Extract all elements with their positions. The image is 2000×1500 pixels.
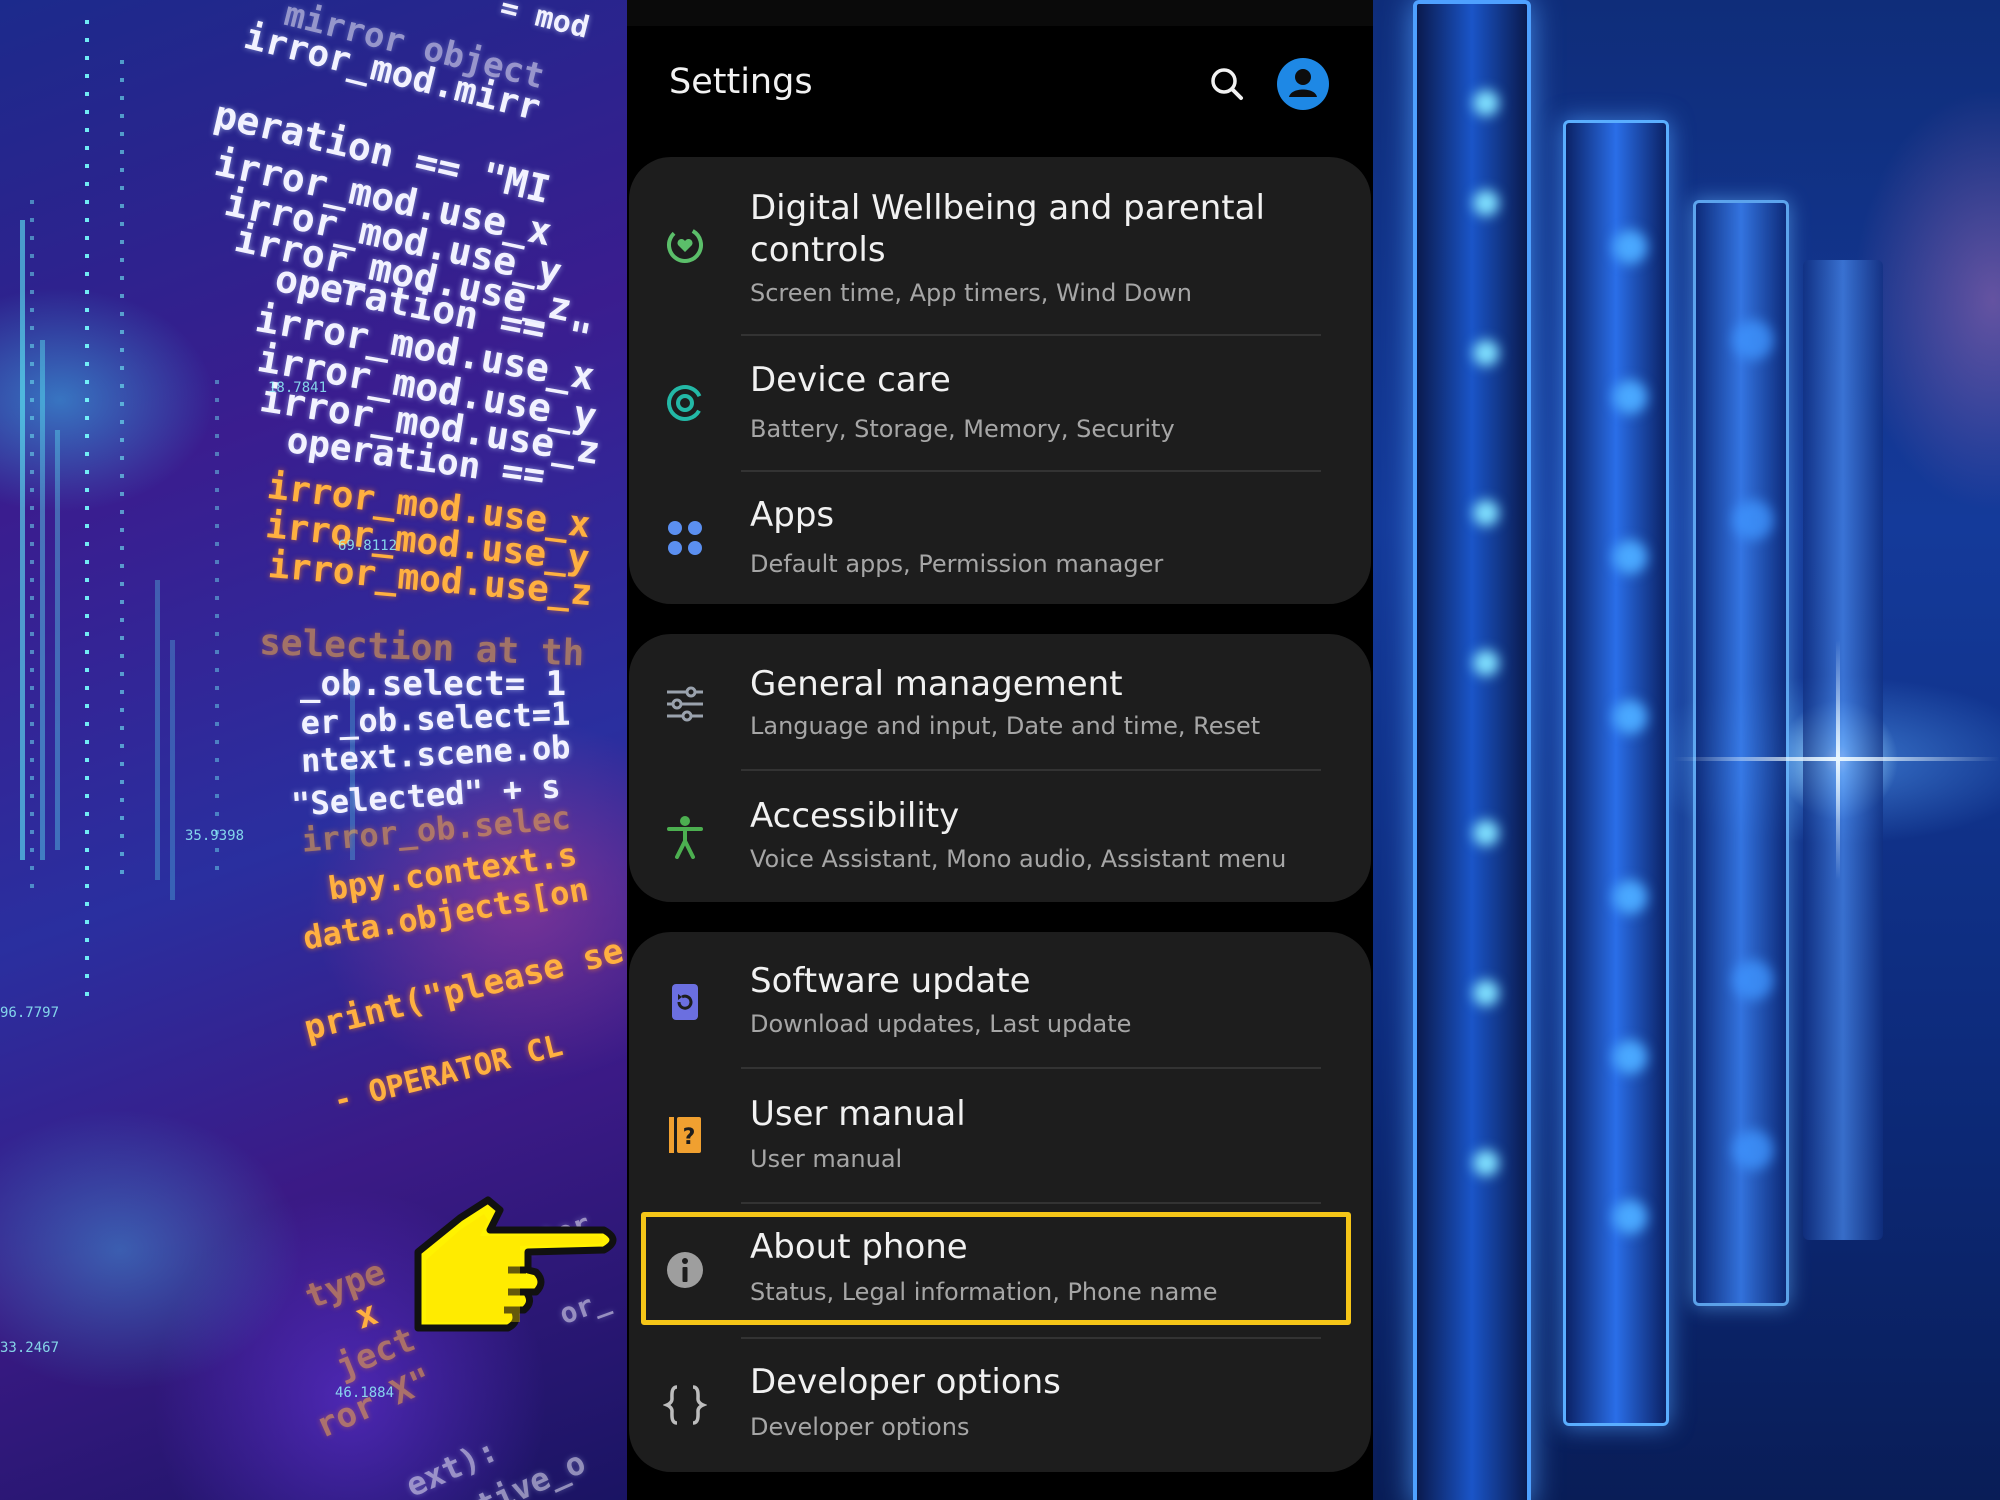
menu-item-title: Accessibility: [750, 796, 960, 836]
menu-item-user-manual[interactable]: ? User manual User manual: [629, 1069, 1371, 1202]
menu-item-apps[interactable]: Apps Default apps, Permission manager: [629, 472, 1371, 604]
led-light: [1733, 320, 1773, 360]
menu-item-title: User manual: [750, 1094, 966, 1134]
pointing-hand-icon: [408, 1190, 626, 1350]
number-label: 35.9398: [185, 828, 245, 844]
menu-item-digital-wellbeing[interactable]: Digital Wellbeing and parental controls …: [629, 157, 1371, 333]
menu-item-title: Apps: [750, 495, 835, 535]
dot-column: [215, 380, 219, 880]
background-server-image: [1373, 0, 2000, 1500]
user-manual-icon: ?: [663, 1113, 707, 1157]
dot-column: [120, 60, 124, 880]
server-rack: [1413, 0, 1531, 1500]
number-label: 69.8112: [338, 538, 398, 554]
software-update-icon: [663, 980, 707, 1024]
led-light: [1473, 1150, 1499, 1176]
number-label: 96.7797: [0, 1005, 60, 1021]
menu-item-device-care[interactable]: Device care Battery, Storage, Memory, Se…: [629, 336, 1371, 470]
led-light: [1613, 540, 1647, 574]
number-label: 18.7841: [268, 380, 328, 396]
digital-wellbeing-icon: [663, 223, 707, 267]
page-title: Settings: [669, 62, 813, 102]
menu-item-subtitle: Battery, Storage, Memory, Security: [750, 415, 1175, 443]
led-light: [1733, 960, 1773, 1000]
menu-item-general-management[interactable]: General management Language and input, D…: [629, 634, 1371, 769]
menu-item-subtitle: Language and input, Date and time, Reset: [750, 712, 1261, 740]
led-light: [1473, 980, 1499, 1006]
account-icon[interactable]: [1277, 58, 1329, 110]
accessibility-icon: [663, 815, 707, 859]
led-light: [1613, 380, 1647, 414]
led-light: [1613, 230, 1647, 264]
server-rack: [1803, 260, 1883, 1240]
menu-item-subtitle: User manual: [750, 1145, 903, 1173]
led-light: [1473, 500, 1499, 526]
data-bar: [170, 640, 175, 900]
apps-icon: [663, 516, 707, 560]
led-light: [1613, 880, 1647, 914]
code-line: type: [300, 1251, 391, 1318]
led-light: [1613, 700, 1647, 734]
menu-item-subtitle: Download updates, Last update: [750, 1010, 1132, 1038]
light-flare: [1836, 640, 1840, 880]
led-light: [1473, 340, 1499, 366]
data-bar: [20, 220, 25, 860]
menu-item-subtitle: Default apps, Permission manager: [750, 550, 1164, 578]
server-rack: [1563, 120, 1669, 1426]
data-bar: [55, 430, 60, 850]
data-bar: [155, 580, 160, 880]
number-label: 33.2467: [0, 1340, 60, 1356]
menu-item-developer-options[interactable]: Developer options Developer options: [629, 1339, 1371, 1472]
menu-item-subtitle: Voice Assistant, Mono audio, Assistant m…: [750, 845, 1287, 873]
menu-item-software-update[interactable]: Software update Download updates, Last u…: [629, 932, 1371, 1067]
led-light: [1473, 650, 1499, 676]
led-light: [1613, 1200, 1647, 1234]
highlight-box: [641, 1212, 1351, 1325]
menu-item-title: Software update: [750, 961, 1031, 1001]
led-light: [1733, 1130, 1773, 1170]
status-bar: [627, 0, 1373, 26]
dot-column: [85, 20, 89, 1000]
led-light: [1473, 190, 1499, 216]
code-line: = mod: [496, 0, 593, 46]
dot-column: [30, 200, 34, 900]
data-bar: [40, 340, 45, 860]
menu-item-title: General management: [750, 664, 1123, 704]
led-light: [1473, 820, 1499, 846]
menu-item-title-line2: controls: [750, 230, 886, 270]
led-light: [1733, 500, 1773, 540]
menu-item-accessibility[interactable]: Accessibility Voice Assistant, Mono audi…: [629, 771, 1371, 902]
number-label: 46.1884: [335, 1385, 395, 1401]
led-light: [1473, 90, 1499, 116]
settings-group: General management Language and input, D…: [629, 634, 1371, 902]
search-icon[interactable]: [1207, 64, 1247, 104]
settings-group: Digital Wellbeing and parental controls …: [629, 157, 1371, 604]
device-care-icon: [663, 381, 707, 425]
led-light: [1613, 1040, 1647, 1074]
menu-item-title: Device care: [750, 360, 951, 400]
menu-item-subtitle: Screen time, App timers, Wind Down: [750, 279, 1192, 307]
svg-text:?: ?: [683, 1125, 696, 1150]
general-management-icon: [663, 682, 707, 726]
developer-options-icon: [662, 1383, 708, 1427]
menu-item-subtitle: Developer options: [750, 1413, 970, 1441]
code-line: - OPERATOR CL: [330, 1028, 567, 1119]
settings-group: Software update Download updates, Last u…: [629, 932, 1371, 1472]
menu-item-title-line1: Digital Wellbeing and parental: [750, 188, 1265, 228]
menu-item-title: Developer options: [750, 1362, 1061, 1402]
